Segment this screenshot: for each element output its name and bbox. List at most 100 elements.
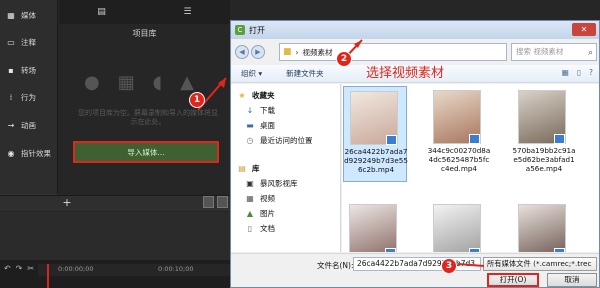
- address-row: ◀ ▶ ■ › 视频素材 搜索 视频素材 ⌕: [235, 43, 597, 61]
- sidebar-item-transition[interactable]: ▪ 转场: [0, 61, 58, 79]
- dialog-title: 打开: [249, 25, 265, 35]
- record-icon: ●: [84, 71, 100, 93]
- sidebar-item-label: 注释: [21, 37, 36, 47]
- image-icon: ▲: [180, 71, 194, 93]
- cut-icon[interactable]: ✂: [27, 264, 34, 288]
- cancel-button-label: 取消: [564, 275, 580, 284]
- file-item[interactable]: [512, 200, 576, 252]
- library-title: 项目库: [132, 29, 157, 38]
- ruler-tick: 0:00:00;00: [58, 265, 94, 273]
- chevron-right-icon: ›: [295, 47, 299, 57]
- undo-icon[interactable]: ↶: [4, 264, 11, 288]
- timeline: ↶ ↷ ✂ 0:00:00;00 0:00:10;00: [0, 212, 230, 288]
- file-list: 26ca4422b7ada7d929249b7d3e556c2b.mp4 344…: [342, 84, 599, 252]
- filename-label: 文件名(N):: [317, 261, 354, 270]
- nav-item-videos[interactable]: ▦ 视频: [231, 191, 340, 205]
- file-item[interactable]: 570ba19bb2c91ae5d62be3abfad1a56e.mp4: [512, 86, 576, 182]
- forward-icon[interactable]: ▶: [251, 45, 265, 59]
- camtasia-icon: C: [235, 25, 245, 35]
- nav-item-label: 视频: [260, 193, 275, 203]
- add-button[interactable]: +: [60, 196, 74, 210]
- nav-item-label: 图片: [260, 208, 275, 218]
- back-icon[interactable]: ◀: [235, 45, 249, 59]
- file-item[interactable]: [427, 200, 491, 252]
- nav-item-pictures[interactable]: ▲ 图片: [231, 206, 340, 220]
- grid-view-icon[interactable]: [203, 196, 214, 208]
- timeline-toolbar: [0, 212, 230, 260]
- ruler-tick: 0:00:10;00: [158, 265, 194, 273]
- camtasia-file-icon: [469, 248, 480, 252]
- dialog-bottom: 文件名(N): 26ca4422b7ada7d929249b7d3 所有媒体文件…: [231, 253, 599, 287]
- navigation-pane: ★ 收藏夹 ↓ 下载 ▬ 桌面 ◷ 最近访问的位置 ▤ 库 ▣ 暴风影视库 ▦ …: [231, 84, 341, 252]
- folder-icon: ■: [283, 47, 292, 57]
- open-file-dialog: C 打开 ✕ ◀ ▶ ■ › 视频素材 搜索 视频素材 ⌕ 组织 ▾ 新建文件夹…: [230, 20, 600, 288]
- list-view-icon[interactable]: [217, 196, 228, 208]
- close-button[interactable]: ✕: [572, 23, 596, 36]
- redo-icon[interactable]: ↷: [16, 264, 23, 288]
- picture-icon: ▲: [246, 208, 254, 218]
- dialog-titlebar: C 打开 ✕: [231, 21, 599, 39]
- nav-item-documents[interactable]: ▯ 文档: [231, 221, 340, 235]
- file-item[interactable]: 26ca4422b7ada7d929249b7d3e556c2b.mp4: [343, 86, 408, 182]
- new-folder-button[interactable]: 新建文件夹: [286, 68, 324, 79]
- star-icon: ★: [238, 90, 246, 100]
- file-name: 570ba19bb2c91ae5d62be3abfad1a56e.mp4: [512, 146, 576, 173]
- filetype-value: 所有媒体文件 (*.camrec;*.trec: [487, 259, 592, 268]
- help-icon[interactable]: ?: [589, 68, 593, 77]
- sidebar-item-annotation[interactable]: ▭ 注释: [0, 33, 58, 51]
- sidebar-item-cursor-effect[interactable]: ◉ 指针效果: [0, 144, 58, 162]
- camtasia-file-icon: [386, 135, 397, 145]
- nav-buttons: ◀ ▶: [235, 43, 277, 61]
- download-icon: ↓: [246, 105, 254, 115]
- sidebar-item-media[interactable]: ▦ 媒体: [0, 6, 58, 24]
- filetype-select[interactable]: 所有媒体文件 (*.camrec;*.trec: [483, 257, 597, 271]
- audio-icon: ◖: [152, 71, 163, 93]
- nav-item-desktop[interactable]: ▬ 桌面: [231, 118, 340, 132]
- address-bar[interactable]: ■ › 视频素材: [279, 43, 507, 61]
- tab-library[interactable]: ▤: [59, 4, 144, 20]
- nav-item-recent[interactable]: ◷ 最近访问的位置: [231, 133, 340, 147]
- sidebar-item-label: 指针效果: [21, 148, 51, 158]
- step-marker-1: 1: [189, 92, 205, 108]
- import-media-label: 导入媒体...: [127, 147, 165, 157]
- sidebar-item-label: 行为: [21, 92, 36, 102]
- nav-item-favorites[interactable]: ★ 收藏夹: [231, 88, 340, 102]
- nav-item-label: 文档: [260, 223, 275, 233]
- behavior-icon: ⁞: [9, 92, 13, 102]
- view-toggle: [203, 196, 229, 210]
- address-path: 视频素材: [302, 47, 333, 57]
- search-icon: ⌕: [587, 48, 593, 58]
- timeline-ruler[interactable]: 0:00:00;00 0:00:10;00: [38, 264, 230, 276]
- video-thumbnail: [349, 204, 397, 252]
- camtasia-file-icon: [385, 248, 396, 252]
- list-icon: ☰: [183, 7, 192, 17]
- tab-list[interactable]: ☰: [145, 4, 230, 20]
- nav-item-video-library[interactable]: ▣ 暴风影视库: [231, 176, 340, 190]
- nav-item-downloads[interactable]: ↓ 下载: [231, 103, 340, 117]
- transition-icon: ▪: [8, 65, 14, 75]
- video-thumbnail: [433, 204, 481, 252]
- cancel-button[interactable]: 取消: [547, 273, 597, 287]
- sidebar-item-label: 转场: [21, 65, 36, 75]
- step-marker-3: 3: [441, 258, 457, 274]
- nav-item-label: 库: [252, 163, 260, 173]
- file-item[interactable]: 344c9c00270d8a4dc5625487b5fcc4ed.mp4: [427, 86, 491, 182]
- nav-item-libraries[interactable]: ▤ 库: [231, 161, 340, 175]
- open-button[interactable]: 打开(O): [487, 273, 539, 287]
- filename-field[interactable]: 26ca4422b7ada7d929249b7d3: [353, 257, 481, 271]
- import-media-button[interactable]: 导入媒体...: [73, 141, 219, 163]
- annotation-text: 选择视频素材: [366, 66, 445, 81]
- playhead[interactable]: [47, 264, 49, 288]
- file-item[interactable]: [343, 200, 407, 252]
- media-icon: ▦: [7, 10, 15, 20]
- film-icon: ▤: [97, 7, 106, 17]
- preview-pane-icon[interactable]: ▯: [577, 68, 581, 77]
- library-bottom-bar: [0, 195, 230, 211]
- view-options-icon[interactable]: ▦: [562, 68, 569, 77]
- camtasia-file-icon: [554, 134, 565, 144]
- sidebar-item-behavior[interactable]: ⁞ 行为: [0, 88, 58, 106]
- nav-item-label: 收藏夹: [252, 90, 275, 100]
- search-input[interactable]: 搜索 视频素材 ⌕: [511, 43, 597, 61]
- sidebar-item-animation[interactable]: → 动画: [0, 116, 58, 134]
- organize-menu[interactable]: 组织 ▾: [241, 68, 262, 79]
